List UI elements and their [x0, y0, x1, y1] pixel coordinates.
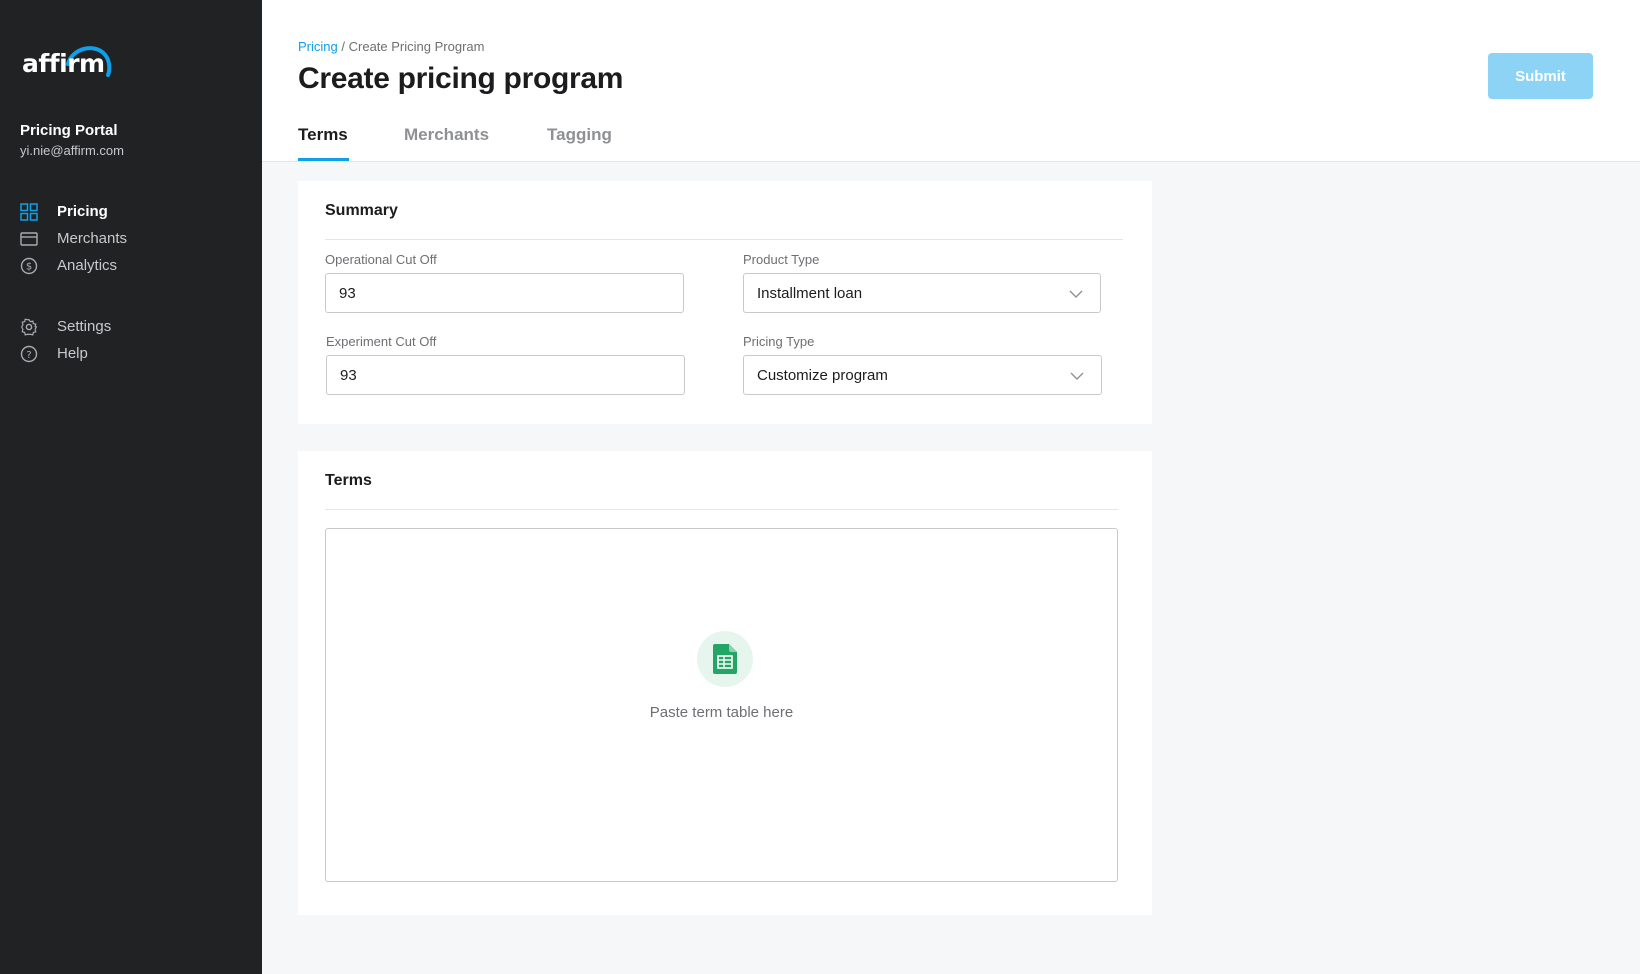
pricing-type-select[interactable]: Customize program [743, 355, 1102, 395]
product-type-label: Product Type [743, 252, 820, 267]
submit-button[interactable]: Submit [1488, 53, 1593, 99]
main-content: Pricing / Create Pricing Program Create … [262, 0, 1640, 974]
sidebar-item-label: Settings [57, 318, 112, 335]
sidebar-item-label: Merchants [57, 230, 128, 247]
dollar-circle-icon: $ [20, 257, 38, 275]
pricing-type-value: Customize program [757, 367, 888, 384]
pricing-type-label: Pricing Type [743, 334, 815, 349]
spreadsheet-icon [713, 644, 737, 674]
svg-text:$: $ [26, 262, 32, 273]
chevron-down-icon [1069, 290, 1083, 298]
grid-icon [20, 203, 38, 221]
experiment-cut-off-input[interactable] [326, 355, 685, 395]
tab-tagging[interactable]: Tagging [547, 125, 612, 145]
spreadsheet-icon-badge [697, 631, 753, 687]
sidebar-item-pricing[interactable]: Pricing [0, 199, 262, 225]
summary-divider [325, 239, 1123, 240]
product-type-select[interactable]: Installment loan [743, 273, 1101, 313]
sidebar-item-settings[interactable]: Settings [0, 314, 262, 340]
user-email: yi.nie@affirm.com [20, 143, 124, 158]
breadcrumb: Pricing / Create Pricing Program [298, 39, 484, 54]
chevron-down-icon [1070, 372, 1084, 380]
paste-term-table-area[interactable]: Paste term table here [325, 528, 1118, 882]
gear-icon [20, 318, 38, 336]
experiment-cut-off-label: Experiment Cut Off [326, 334, 437, 349]
product-type-value: Installment loan [757, 285, 863, 302]
page-header: Pricing / Create Pricing Program Create … [262, 0, 1640, 162]
sidebar-item-label: Help [57, 345, 88, 362]
page-title: Create pricing program [298, 62, 624, 95]
sidebar: affirm Pricing Portal yi.nie@affirm.com … [0, 0, 262, 974]
sidebar-item-help[interactable]: ? Help [0, 341, 262, 367]
sidebar-item-label: Pricing [57, 203, 108, 220]
affirm-logo[interactable]: affirm [22, 38, 114, 82]
operational-cut-off-input[interactable] [325, 273, 684, 313]
active-tab-indicator [298, 158, 349, 161]
operational-cut-off-label: Operational Cut Off [325, 252, 437, 267]
logo-wordmark: affirm [22, 49, 105, 78]
sidebar-item-analytics[interactable]: $ Analytics [0, 253, 262, 279]
tab-merchants[interactable]: Merchants [404, 125, 489, 145]
portal-name: Pricing Portal [20, 122, 118, 139]
breadcrumb-separator: / [341, 39, 345, 54]
summary-card: Summary Operational Cut Off Product Type… [298, 181, 1152, 424]
summary-title: Summary [325, 202, 398, 219]
question-circle-icon: ? [20, 345, 38, 363]
card-icon [20, 232, 38, 246]
sidebar-item-label: Analytics [57, 257, 118, 274]
breadcrumb-current: Create Pricing Program [348, 39, 485, 54]
breadcrumb-link-pricing[interactable]: Pricing [298, 39, 338, 54]
paste-term-table-label: Paste term table here [649, 704, 794, 721]
tab-terms[interactable]: Terms [298, 125, 348, 145]
terms-card: Terms Paste term table here [298, 451, 1152, 915]
terms-title: Terms [325, 472, 372, 489]
svg-text:?: ? [26, 350, 31, 361]
sidebar-item-merchants[interactable]: Merchants [0, 226, 262, 252]
terms-divider [325, 509, 1118, 510]
